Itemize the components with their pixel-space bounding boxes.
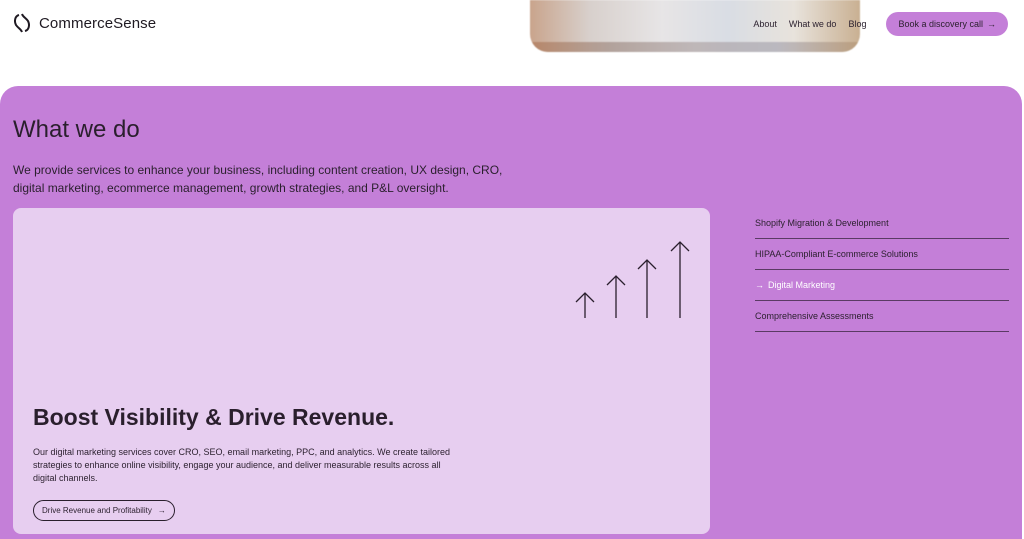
nav-about[interactable]: About (753, 19, 777, 29)
site-header: CommerceSense About What we do Blog Book… (0, 0, 1024, 86)
card-title: Boost Visibility & Drive Revenue. (33, 404, 395, 430)
section-title: What we do (13, 116, 140, 143)
book-discovery-call-button[interactable]: Book a discovery call → (886, 12, 1008, 36)
main-nav: About What we do Blog Book a discovery c… (753, 12, 1008, 36)
service-item-label: HIPAA-Compliant E-commerce Solutions (755, 249, 918, 259)
card-button-label: Drive Revenue and Profitability (42, 506, 152, 515)
service-item-shopify[interactable]: Shopify Migration & Development (755, 208, 1009, 239)
card-text: Our digital marketing services cover CRO… (33, 447, 450, 483)
arrow-right-icon: → (157, 506, 166, 515)
brand-logo[interactable]: CommerceSense (13, 12, 156, 34)
rising-arrows-icon (575, 241, 690, 318)
service-item-assessments[interactable]: Comprehensive Assessments (755, 301, 1009, 332)
service-card: Boost Visibility & Drive Revenue. Our di… (13, 208, 710, 534)
cta-label: Book a discovery call (898, 19, 983, 29)
logo-icon (14, 13, 30, 33)
services-list: Shopify Migration & Development HIPAA-Co… (755, 208, 1009, 332)
service-item-hipaa[interactable]: HIPAA-Compliant E-commerce Solutions (755, 239, 1009, 270)
service-item-label: Shopify Migration & Development (755, 218, 889, 228)
service-item-digital-marketing[interactable]: → Digital Marketing (755, 270, 1009, 301)
brand-name: CommerceSense (39, 14, 157, 32)
drive-revenue-button[interactable]: Drive Revenue and Profitability → (33, 500, 175, 521)
what-we-do-section: What we do We provide services to enhanc… (0, 86, 1022, 539)
arrow-right-icon: → (987, 19, 996, 29)
arrow-right-icon: → (755, 280, 764, 290)
nav-what-we-do[interactable]: What we do (789, 19, 837, 29)
nav-blog[interactable]: Blog (848, 19, 866, 29)
service-item-label: Digital Marketing (768, 280, 836, 290)
section-description: We provide services to enhance your busi… (13, 163, 503, 195)
service-item-label: Comprehensive Assessments (755, 311, 874, 321)
